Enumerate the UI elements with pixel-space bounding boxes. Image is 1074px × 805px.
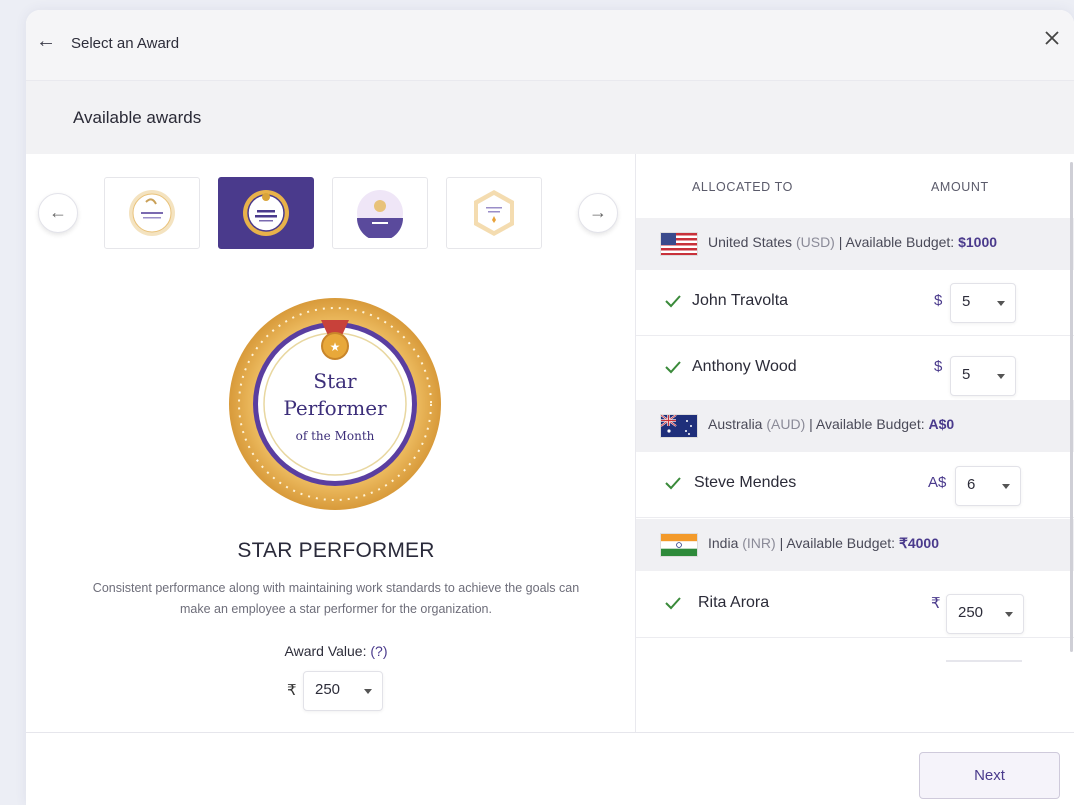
next-button[interactable]: Next — [919, 752, 1060, 799]
carousel-next-button[interactable]: → — [578, 193, 618, 233]
person-name: John Travolta — [692, 292, 789, 309]
india-flag-icon — [660, 533, 698, 557]
column-allocated-to: ALLOCATED TO — [692, 180, 793, 194]
award-value-help[interactable]: (?) — [370, 643, 387, 659]
medal-line-3: of the Month — [296, 429, 375, 443]
amount-value: 5 — [962, 366, 971, 383]
spot-award-badge-icon — [357, 190, 403, 238]
check-icon — [665, 597, 681, 610]
amount-currency: $ — [934, 358, 943, 375]
award-description: Consistent performance along with mainta… — [92, 581, 580, 616]
award-modal: ← Select an Award Available awards ← → ★… — [26, 10, 1074, 805]
footer-divider — [26, 732, 1074, 733]
medal-line-1: Star — [313, 369, 357, 393]
award-value-text: Award Value: — [284, 643, 367, 659]
carousel-prev-button[interactable]: ← — [38, 193, 78, 233]
allocation-row: John Travolta $ 5 — [636, 270, 1074, 336]
partial-row-edge — [946, 660, 1022, 662]
allocation-panel: ALLOCATED TO AMOUNT United States (USD) … — [636, 154, 1074, 732]
award-value-select[interactable]: 250 — [303, 671, 383, 711]
star-performer-badge-icon — [243, 190, 289, 236]
close-icon[interactable] — [1040, 26, 1064, 50]
chevron-down-icon — [997, 374, 1005, 379]
amount-select[interactable]: 250 — [946, 594, 1024, 634]
person-name: Steve Mendes — [694, 474, 797, 491]
arrow-left-icon[interactable]: ← — [34, 29, 58, 53]
modal-header: ← Select an Award — [26, 10, 1074, 81]
country-band-india: India (INR) | Available Budget: ₹4000 — [636, 519, 1074, 571]
amount-currency: $ — [934, 292, 943, 309]
person-name: Rita Arora — [698, 594, 770, 611]
award-name: STAR PERFORMER — [237, 539, 435, 562]
award-value-selected: 250 — [315, 681, 341, 698]
australia-flag-icon — [660, 414, 698, 438]
allocation-row: Steve Mendes A$ 6 — [636, 452, 1074, 518]
arrow-left-icon: ← — [49, 202, 67, 222]
us-flag-icon — [660, 232, 698, 256]
medal-line-2: Performer — [283, 396, 387, 420]
award-value-label: Award Value: (?) — [26, 643, 646, 659]
star-performer-medal: ★ Star Performer of the Month — [229, 298, 441, 510]
allocation-row: Anthony Wood $ 5 — [636, 336, 1074, 401]
subheader: Available awards — [26, 81, 1074, 154]
amount-value: 5 — [962, 293, 971, 310]
award-thumb-spot[interactable] — [332, 177, 428, 249]
chevron-down-icon — [997, 301, 1005, 306]
amount-currency: A$ — [928, 474, 947, 491]
country-band-us: United States (USD) | Available Budget: … — [636, 218, 1074, 270]
award-thumb-best-team[interactable] — [446, 177, 542, 249]
award-thumb-star-performer[interactable] — [218, 177, 314, 249]
country-band-au: Australia (AUD) | Available Budget: A$0 — [636, 400, 1074, 452]
country-band-text: United States (USD) | Available Budget: … — [708, 234, 998, 250]
svg-text:★: ★ — [330, 340, 341, 354]
person-name: Anthony Wood — [692, 358, 797, 375]
allocation-row: Rita Arora ₹ 250 — [636, 572, 1074, 638]
award-panel: ← → ★ Star Performer of the Month STAR P… — [26, 154, 635, 732]
amount-value: 6 — [967, 476, 976, 493]
chevron-down-icon — [1005, 612, 1013, 617]
check-icon — [665, 295, 681, 308]
best-team-badge-icon — [474, 190, 514, 236]
amount-select[interactable]: 6 — [955, 466, 1021, 506]
arrow-right-icon: → — [589, 202, 607, 222]
amount-select[interactable]: 5 — [950, 356, 1016, 396]
chevron-down-icon — [364, 689, 372, 694]
column-amount: AMOUNT — [931, 180, 989, 194]
modal-title: Select an Award — [71, 35, 180, 52]
chevron-down-icon — [1002, 484, 1010, 489]
award-value-currency: ₹ — [287, 682, 297, 699]
check-icon — [665, 477, 681, 490]
champion-badge-icon — [129, 190, 175, 236]
award-thumb-champion[interactable] — [104, 177, 200, 249]
scrollbar[interactable] — [1070, 162, 1073, 652]
country-band-text: India (INR) | Available Budget: ₹4000 — [708, 535, 939, 551]
section-title: Available awards — [73, 108, 202, 127]
amount-value: 250 — [958, 604, 984, 621]
country-band-text: Australia (AUD) | Available Budget: A$0 — [708, 416, 955, 432]
amount-select[interactable]: 5 — [950, 283, 1016, 323]
check-icon — [665, 361, 681, 374]
amount-currency: ₹ — [931, 595, 941, 612]
